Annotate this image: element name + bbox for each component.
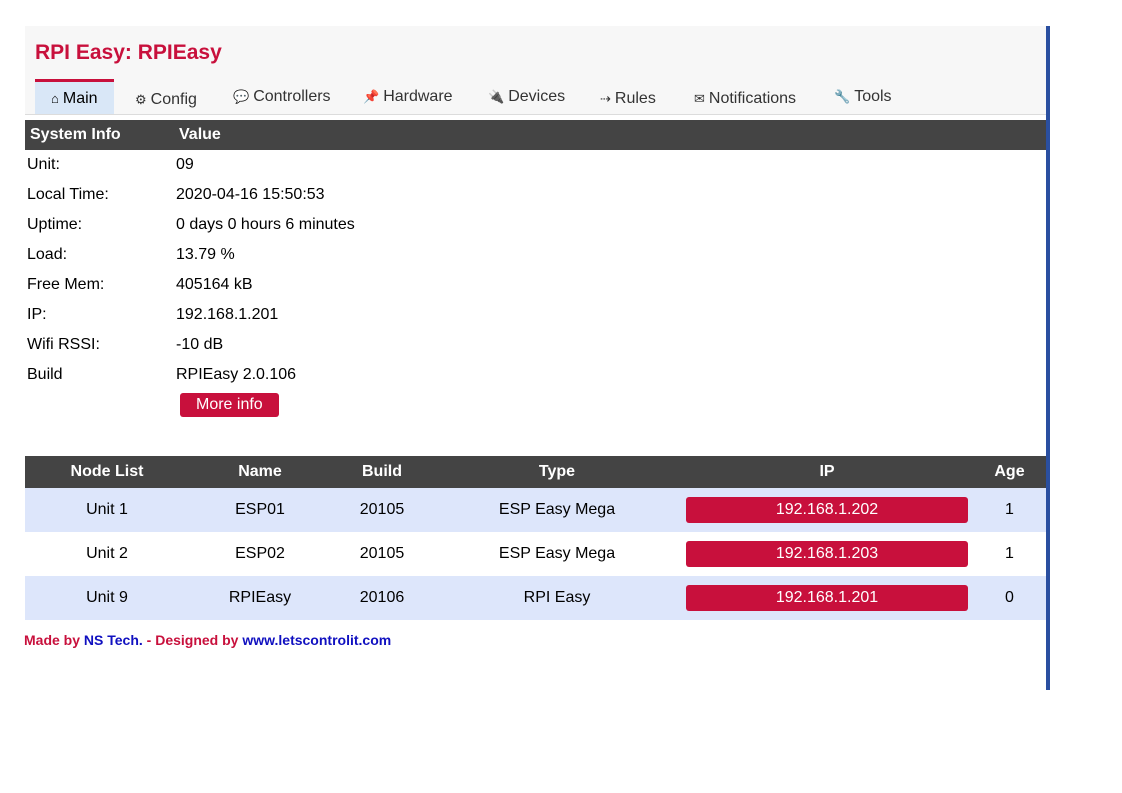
node-ip-button[interactable]: 192.168.1.202 [686,497,968,523]
info-row: More info [25,390,1046,420]
info-label: Wifi RSSI: [27,336,100,353]
column-header: Build [331,456,433,488]
gear-icon: ⚙ [135,92,147,107]
info-label: Load: [27,246,68,263]
tab-rules[interactable]: ⇢ Rules [600,81,656,115]
tab-config[interactable]: ⚙ Config [135,82,197,116]
info-value: 13.79 % [176,246,235,263]
node-build: 20106 [331,576,433,620]
tab-devices-label: Devices [508,88,566,105]
pushpin-icon: 📌 [363,89,380,104]
info-value: 405164 kB [176,276,253,293]
tab-hardware[interactable]: 📌 Hardware [363,79,453,113]
node-ip-button[interactable]: 192.168.1.203 [686,541,968,567]
info-row: Uptime: 0 days 0 hours 6 minutes [25,210,1046,240]
info-value: 2020-04-16 15:50:53 [176,186,325,203]
tab-tools-label: Tools [854,88,892,105]
node-list-table: Node List Name Build Type IP Age Unit 1 … [25,456,1046,620]
node-ip-button[interactable]: 192.168.1.201 [686,585,968,611]
info-row: IP: 192.168.1.201 [25,300,1046,330]
wrench-icon: 🔧 [834,89,851,104]
column-header: IP [681,456,973,488]
info-row: Wifi RSSI: -10 dB [25,330,1046,360]
tab-main[interactable]: ⌂ Main [35,79,114,114]
node-age: 0 [973,576,1046,620]
info-label: Unit: [27,156,60,173]
info-row: Free Mem: 405164 kB [25,270,1046,300]
tab-controllers-label: Controllers [253,88,331,105]
node-unit: Unit 9 [25,576,189,620]
page-title: RPI Easy: RPIEasy [35,41,222,64]
node-build: 20105 [331,488,433,532]
node-age: 1 [973,488,1046,532]
page-container: RPI Easy: RPIEasy ⌂ Main ⚙ Config 💬 Control… [24,26,1046,690]
info-value: RPIEasy 2.0.106 [176,366,297,383]
info-row: Unit: 09 [25,150,1046,180]
info-value: 192.168.1.201 [176,306,279,323]
system-info-table: System Info Value Unit: 09 Local Time: 202… [25,120,1046,420]
node-unit: Unit 1 [25,488,189,532]
info-value: 0 days 0 hours 6 minutes [176,216,355,233]
info-label: IP: [27,306,47,323]
system-info-header-row: System Info Value [25,120,1046,150]
right-border-bar [1046,26,1050,690]
tab-notifications-label: Notifications [708,90,797,107]
more-info-button[interactable]: More info [180,393,279,417]
plug-icon: 🔌 [488,89,505,104]
ns-tech-link[interactable]: NS Tech. [84,632,143,648]
envelope-icon: ✉ [694,91,705,106]
table-row: Unit 9 RPIEasy 20106 RPI Easy 192.168.1.… [25,576,1046,620]
arrow-right-icon: ⇢ [600,91,611,106]
node-type: RPI Easy [433,576,681,620]
tab-rules-label: Rules [614,90,656,107]
tab-tools[interactable]: 🔧 Tools [834,79,892,113]
column-header: Type [433,456,681,488]
footer: Made by NS Tech. - Designed by www.letsc… [24,632,391,648]
column-header: System Info [25,120,174,150]
tab-main-label: Main [62,90,98,107]
footer-designed-by: - Designed by [142,632,243,648]
info-value: 09 [176,156,194,173]
node-type: ESP Easy Mega [433,488,681,532]
column-header: Value [174,120,1046,150]
home-icon: ⌂ [51,91,59,106]
node-list-header-row: Node List Name Build Type IP Age [25,456,1046,488]
table-row: Unit 1 ESP01 20105 ESP Easy Mega 192.168… [25,488,1046,532]
table-row: Unit 2 ESP02 20105 ESP Easy Mega 192.168… [25,532,1046,576]
info-value: -10 dB [176,336,224,353]
info-label: Free Mem: [27,276,105,293]
column-header: Age [973,456,1046,488]
speech-bubble-icon: 💬 [233,89,250,104]
info-row: Load: 13.79 % [25,240,1046,270]
tab-notifications[interactable]: ✉ Notifications [694,81,796,115]
node-name: ESP02 [235,545,285,562]
tab-devices[interactable]: 🔌 Devices [488,79,565,113]
info-label: Build [27,366,63,383]
column-header: Node List [25,456,189,488]
node-build: 20105 [359,545,405,562]
tab-hardware-label: Hardware [383,88,453,105]
info-row: Local Time: 2020-04-16 15:50:53 [25,180,1046,210]
node-name: ESP01 [189,488,331,532]
tab-controllers[interactable]: 💬 Controllers [233,79,331,113]
node-type: ESP Easy Mega [498,545,616,562]
node-unit: Unit 2 [86,545,128,562]
info-row: Build RPIEasy 2.0.106 [25,360,1046,390]
node-name: RPIEasy [189,576,331,620]
page-header: RPI Easy: RPIEasy ⌂ Main ⚙ Config 💬 Control… [25,26,1046,115]
info-label: Local Time: [27,186,109,203]
letscontrolit-link[interactable]: www.letscontrolit.com [242,632,391,648]
tab-config-label: Config [150,91,197,108]
node-age: 1 [1005,545,1014,562]
footer-made-by: Made by [24,632,84,648]
column-header: Name [189,456,331,488]
info-label: Uptime: [27,216,83,233]
